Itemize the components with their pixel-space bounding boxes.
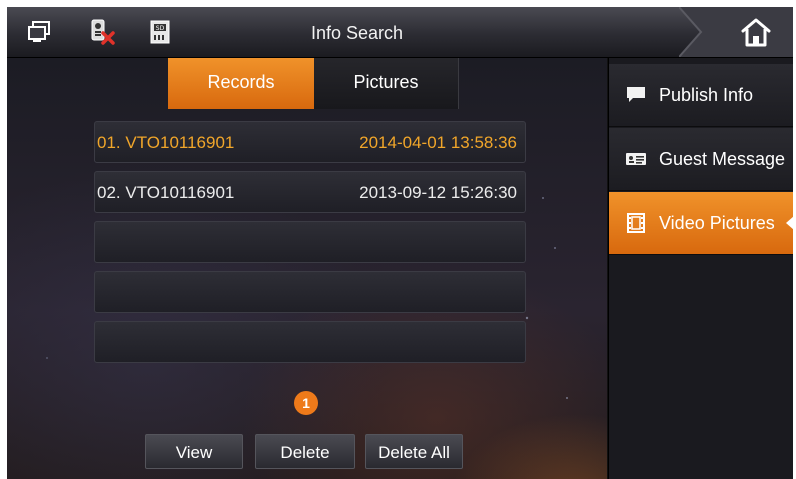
sidebar-item-label: Publish Info bbox=[659, 85, 754, 105]
record-number: 02. VTO10116901 bbox=[97, 183, 235, 202]
delete-all-button[interactable]: Delete All bbox=[365, 434, 463, 469]
tab-records[interactable]: Records bbox=[168, 58, 314, 109]
screen: SD Info Search Records Pictures 01. VTO1… bbox=[7, 7, 793, 479]
delete-button[interactable]: Delete bbox=[255, 434, 355, 469]
svg-text:SD: SD bbox=[156, 25, 165, 32]
message-card-icon bbox=[625, 149, 647, 169]
monitor-icon[interactable] bbox=[27, 19, 53, 45]
sidebar-item-video-pictures[interactable]: Video Pictures bbox=[609, 192, 793, 255]
tab-pictures[interactable]: Pictures bbox=[314, 58, 459, 109]
record-row[interactable]: 02. VTO10116901 2013-09-12 15:26:30 bbox=[94, 171, 526, 213]
page-title: Info Search bbox=[310, 23, 404, 43]
record-number: 01. VTO10116901 bbox=[97, 133, 235, 152]
selected-arrow-icon bbox=[786, 216, 793, 230]
record-row-empty[interactable] bbox=[94, 221, 526, 263]
record-time: 2013-09-12 15:26:30 bbox=[359, 183, 517, 202]
sidebar-item-guest-message[interactable]: Guest Message bbox=[609, 128, 793, 191]
view-button[interactable]: View bbox=[145, 434, 243, 469]
record-time: 2014-04-01 13:58:36 bbox=[359, 133, 517, 152]
sidebar: Publish Info Guest Message Video Picture… bbox=[608, 58, 793, 479]
record-row[interactable]: 01. VTO10116901 2014-04-01 13:58:36 bbox=[94, 121, 526, 163]
record-row-empty[interactable] bbox=[94, 271, 526, 313]
sidebar-item-publish-info[interactable]: Publish Info bbox=[609, 64, 793, 127]
chat-bubble-icon bbox=[625, 85, 647, 105]
sd-card-icon[interactable]: SD bbox=[147, 19, 173, 45]
page-indicator: 1 bbox=[294, 391, 318, 415]
film-icon bbox=[625, 213, 647, 233]
sidebar-item-label: Guest Message bbox=[659, 149, 786, 169]
home-button[interactable] bbox=[678, 7, 793, 58]
sidebar-item-label: Video Pictures bbox=[659, 213, 775, 233]
record-row-empty[interactable] bbox=[94, 321, 526, 363]
top-bar: SD Info Search bbox=[7, 7, 793, 58]
doorbell-muted-icon[interactable] bbox=[89, 19, 115, 45]
